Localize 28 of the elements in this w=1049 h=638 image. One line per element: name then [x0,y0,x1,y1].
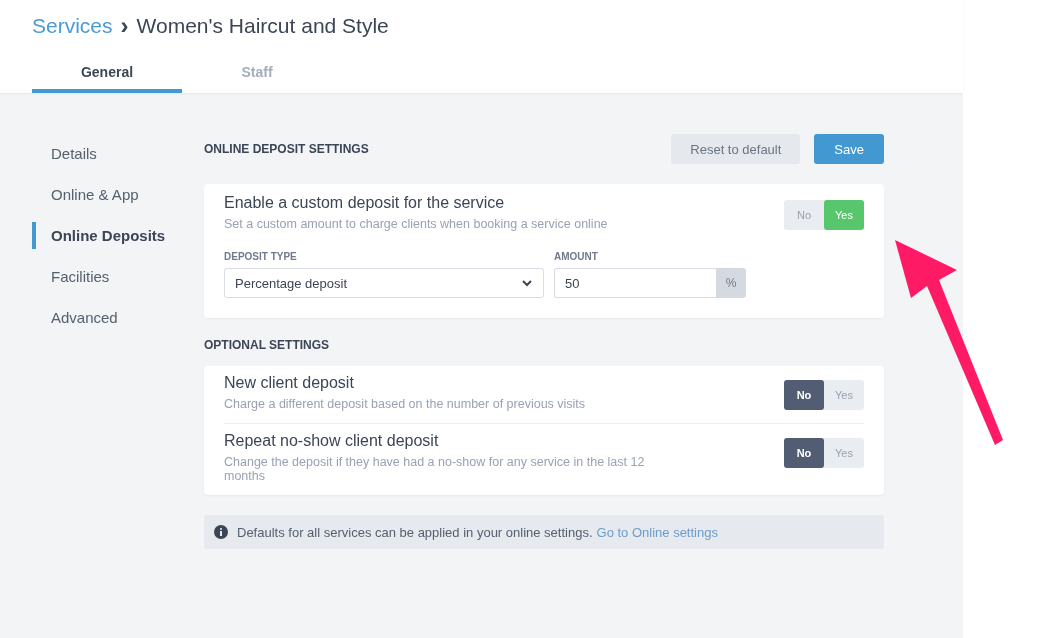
reset-button[interactable]: Reset to default [671,134,801,164]
save-button[interactable]: Save [814,134,884,164]
sidebar-item[interactable]: Details [32,140,204,167]
page-title: Women's Haircut and Style [136,14,389,38]
sidebar-item[interactable]: Online & App [32,181,204,208]
sidebar-item[interactable]: Advanced [32,304,204,331]
info-text: Defaults for all services can be applied in your online settings. [237,524,593,540]
section-heading: OPTIONAL SETTINGS [204,338,331,352]
setting-description: Set a custom amount to charge clients when booking a service online [224,217,608,231]
unit-addon: % [716,268,746,298]
sidebar-item[interactable]: Facilities [32,263,204,290]
setting-description: Change the deposit if they have had a no-show for any service in the last 12 months [224,455,646,483]
setting-title: New client deposit [224,374,355,392]
toggle-option[interactable]: No [784,438,824,468]
setting-title: Repeat no-show client deposit [224,432,440,450]
setting-description: Charge a different deposit based on the number of previous visits [224,397,586,411]
field-label: AMOUNT [554,251,599,262]
setting-title: Enable a custom deposit for the service [224,194,506,212]
toggle-option[interactable]: No [784,380,824,410]
input-field[interactable]: 50 [554,268,716,298]
section-heading: ONLINE DEPOSIT SETTINGS [204,142,369,156]
breadcrumb-link[interactable]: Services [32,14,113,38]
tab[interactable]: General [32,60,182,93]
breadcrumb-separator: › [120,12,129,40]
dropdown-field[interactable]: Percentage deposit [224,268,544,298]
field-label: DEPOSIT TYPE [224,251,298,262]
chevron-down-icon [521,279,533,287]
info-icon [214,525,228,539]
